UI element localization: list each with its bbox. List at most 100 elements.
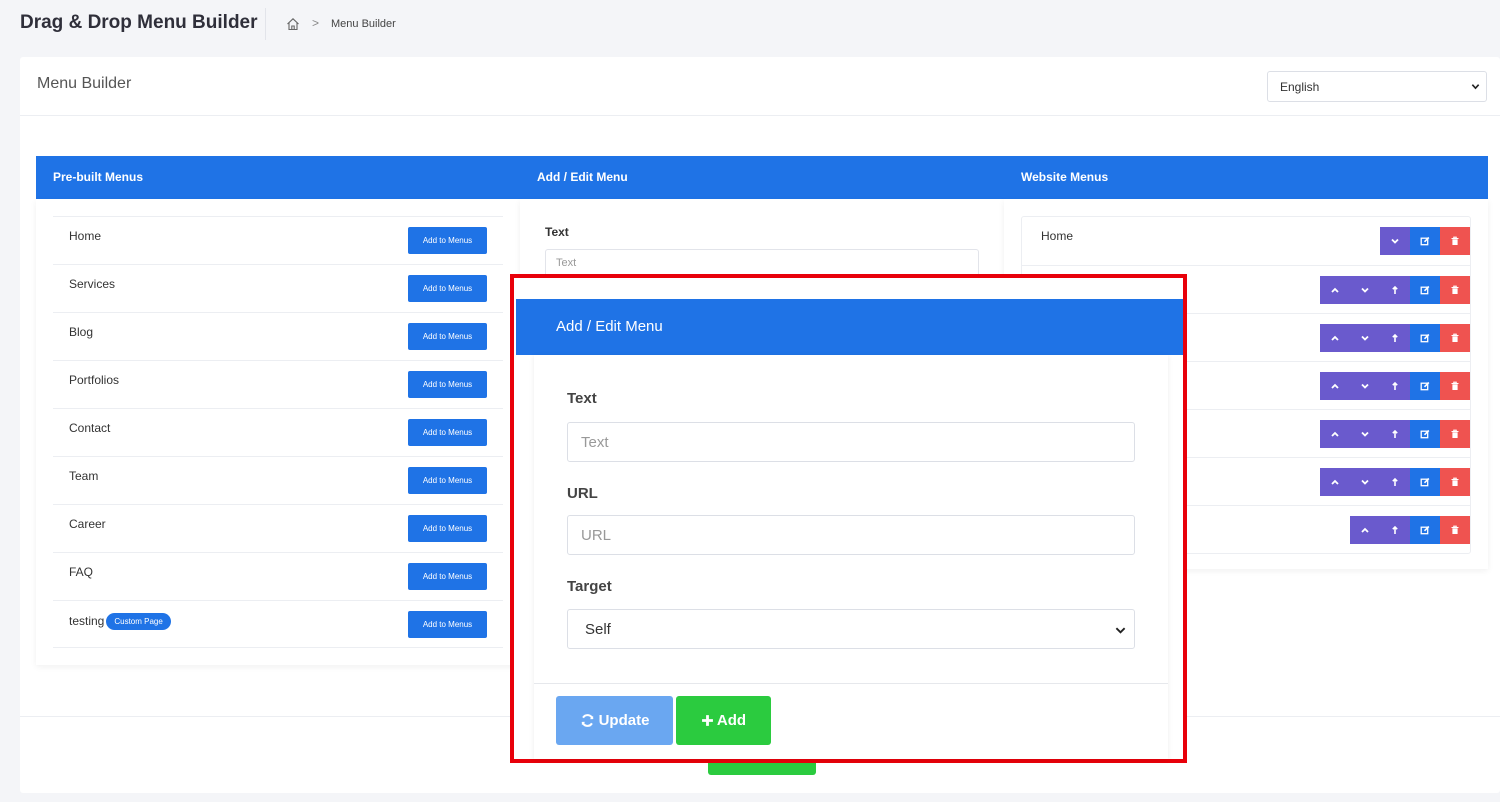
down-button[interactable] [1350, 468, 1380, 496]
edit-button[interactable] [1410, 372, 1440, 400]
edit-button[interactable] [1410, 276, 1440, 304]
menu-item-actions [1350, 516, 1470, 544]
language-select[interactable]: English [1267, 71, 1487, 102]
menu-item-actions [1320, 468, 1470, 496]
menu-item-actions [1320, 276, 1470, 304]
outdent-button[interactable] [1380, 276, 1410, 304]
trash-icon [1451, 477, 1459, 486]
trash-icon [1451, 429, 1459, 438]
prebuilt-menu-text: Contact [69, 421, 111, 435]
level-up-icon [1392, 285, 1398, 294]
plus-icon [701, 715, 713, 726]
prebuilt-menu-list: Home Add to Menus Services Add to Menus Blog… [53, 216, 503, 648]
add-to-menus-button[interactable]: Add to Menus [408, 227, 487, 254]
edit-button[interactable] [1410, 420, 1440, 448]
delete-button[interactable] [1440, 324, 1470, 352]
refresh-icon [581, 714, 593, 727]
delete-button[interactable] [1440, 516, 1470, 544]
down-button[interactable] [1350, 420, 1380, 448]
edit-button[interactable] [1410, 324, 1440, 352]
modal-target-label: Target [567, 578, 612, 595]
modal-body: Text Text URL URL Target Self Update Add [534, 355, 1168, 759]
outdent-button[interactable] [1380, 516, 1410, 544]
down-button[interactable] [1350, 372, 1380, 400]
add-button-label: Add [716, 712, 747, 729]
save-button[interactable] [708, 761, 816, 775]
prebuilt-menu-label: Portfolios [69, 373, 119, 387]
chevron-up-icon [1331, 287, 1339, 293]
edit-button[interactable] [1410, 516, 1440, 544]
add-to-menus-button[interactable]: Add to Menus [408, 563, 487, 590]
outdent-button[interactable] [1380, 324, 1410, 352]
delete-button[interactable] [1440, 372, 1470, 400]
add-to-menus-button[interactable]: Add to Menus [408, 323, 487, 350]
prebuilt-menu-text: Portfolios [69, 373, 120, 387]
prebuilt-menu-label: Services [69, 277, 115, 291]
edit-icon [1420, 477, 1430, 487]
trash-icon [1451, 236, 1459, 245]
add-to-menus-button[interactable]: Add to Menus [408, 467, 487, 494]
prebuilt-menu-text: testing [69, 614, 105, 628]
add-to-menus-button[interactable]: Add to Menus [408, 515, 487, 542]
language-select-value: English [1280, 80, 1320, 94]
up-button[interactable] [1320, 372, 1350, 400]
modal-target-value: Self [585, 621, 611, 638]
down-button[interactable] [1350, 276, 1380, 304]
up-button[interactable] [1320, 420, 1350, 448]
modal-title: Add / Edit Menu [556, 318, 663, 335]
prebuilt-menu-text: Home [69, 229, 102, 243]
add-to-menus-button[interactable]: Add to Menus [408, 611, 487, 638]
edit-icon [1420, 285, 1430, 295]
chevron-up-icon [1331, 479, 1339, 485]
chevron-down-icon [1115, 627, 1126, 634]
modal-url-input[interactable]: URL [567, 515, 1135, 555]
outdent-button[interactable] [1380, 372, 1410, 400]
trash-icon [1451, 285, 1459, 294]
up-button[interactable] [1320, 276, 1350, 304]
menu-item-actions [1320, 324, 1470, 352]
delete-button[interactable] [1440, 468, 1470, 496]
delete-button[interactable] [1440, 227, 1470, 255]
down-button[interactable] [1380, 227, 1410, 255]
level-up-icon [1392, 477, 1398, 486]
delete-button[interactable] [1440, 420, 1470, 448]
website-menu-label: Home [1041, 229, 1074, 243]
page-title: Drag & Drop Menu Builder [20, 12, 258, 33]
chevron-up-icon [1361, 527, 1369, 533]
add-to-menus-button[interactable]: Add to Menus [408, 419, 487, 446]
outdent-button[interactable] [1380, 420, 1410, 448]
website-menu-item[interactable]: Home [1022, 217, 1470, 265]
home-icon[interactable] [286, 17, 300, 31]
prebuilt-menu-item: Services Add to Menus [53, 264, 503, 312]
up-button[interactable] [1320, 468, 1350, 496]
chevron-up-icon [1331, 431, 1339, 437]
edit-icon [1420, 525, 1430, 535]
prebuilt-menus-heading: Pre-built Menus [53, 170, 144, 184]
modal-text-input[interactable]: Text [567, 422, 1135, 462]
chevron-down-icon [1471, 84, 1480, 90]
modal-url-label: URL [567, 485, 598, 502]
outdent-button[interactable] [1380, 468, 1410, 496]
prebuilt-menu-item: testing Custom Page Add to Menus [53, 600, 503, 648]
add-to-menus-button[interactable]: Add to Menus [408, 275, 487, 302]
edit-button[interactable] [1410, 227, 1440, 255]
up-button[interactable] [1320, 324, 1350, 352]
prebuilt-menu-label: FAQ [69, 565, 93, 579]
prebuilt-menu-label: Team [69, 469, 98, 483]
chevron-down-icon [1361, 431, 1369, 437]
website-menus-header: Website Menus [1004, 156, 1488, 199]
edit-button[interactable] [1410, 468, 1440, 496]
up-button[interactable] [1350, 516, 1380, 544]
delete-button[interactable] [1440, 276, 1470, 304]
add-button[interactable]: Add [676, 696, 771, 745]
update-button[interactable]: Update [556, 696, 673, 745]
add-to-menus-button[interactable]: Add to Menus [408, 371, 487, 398]
custom-page-badge: Custom Page [106, 613, 171, 630]
prebuilt-menu-label: Blog [69, 325, 93, 339]
modal-target-select[interactable]: Self [567, 609, 1135, 649]
prebuilt-menus-header: Pre-built Menus [36, 156, 520, 199]
level-up-icon [1392, 333, 1398, 342]
text-input[interactable]: Text [545, 249, 979, 277]
down-button[interactable] [1350, 324, 1380, 352]
breadcrumb-chevron-icon: > [312, 16, 320, 30]
